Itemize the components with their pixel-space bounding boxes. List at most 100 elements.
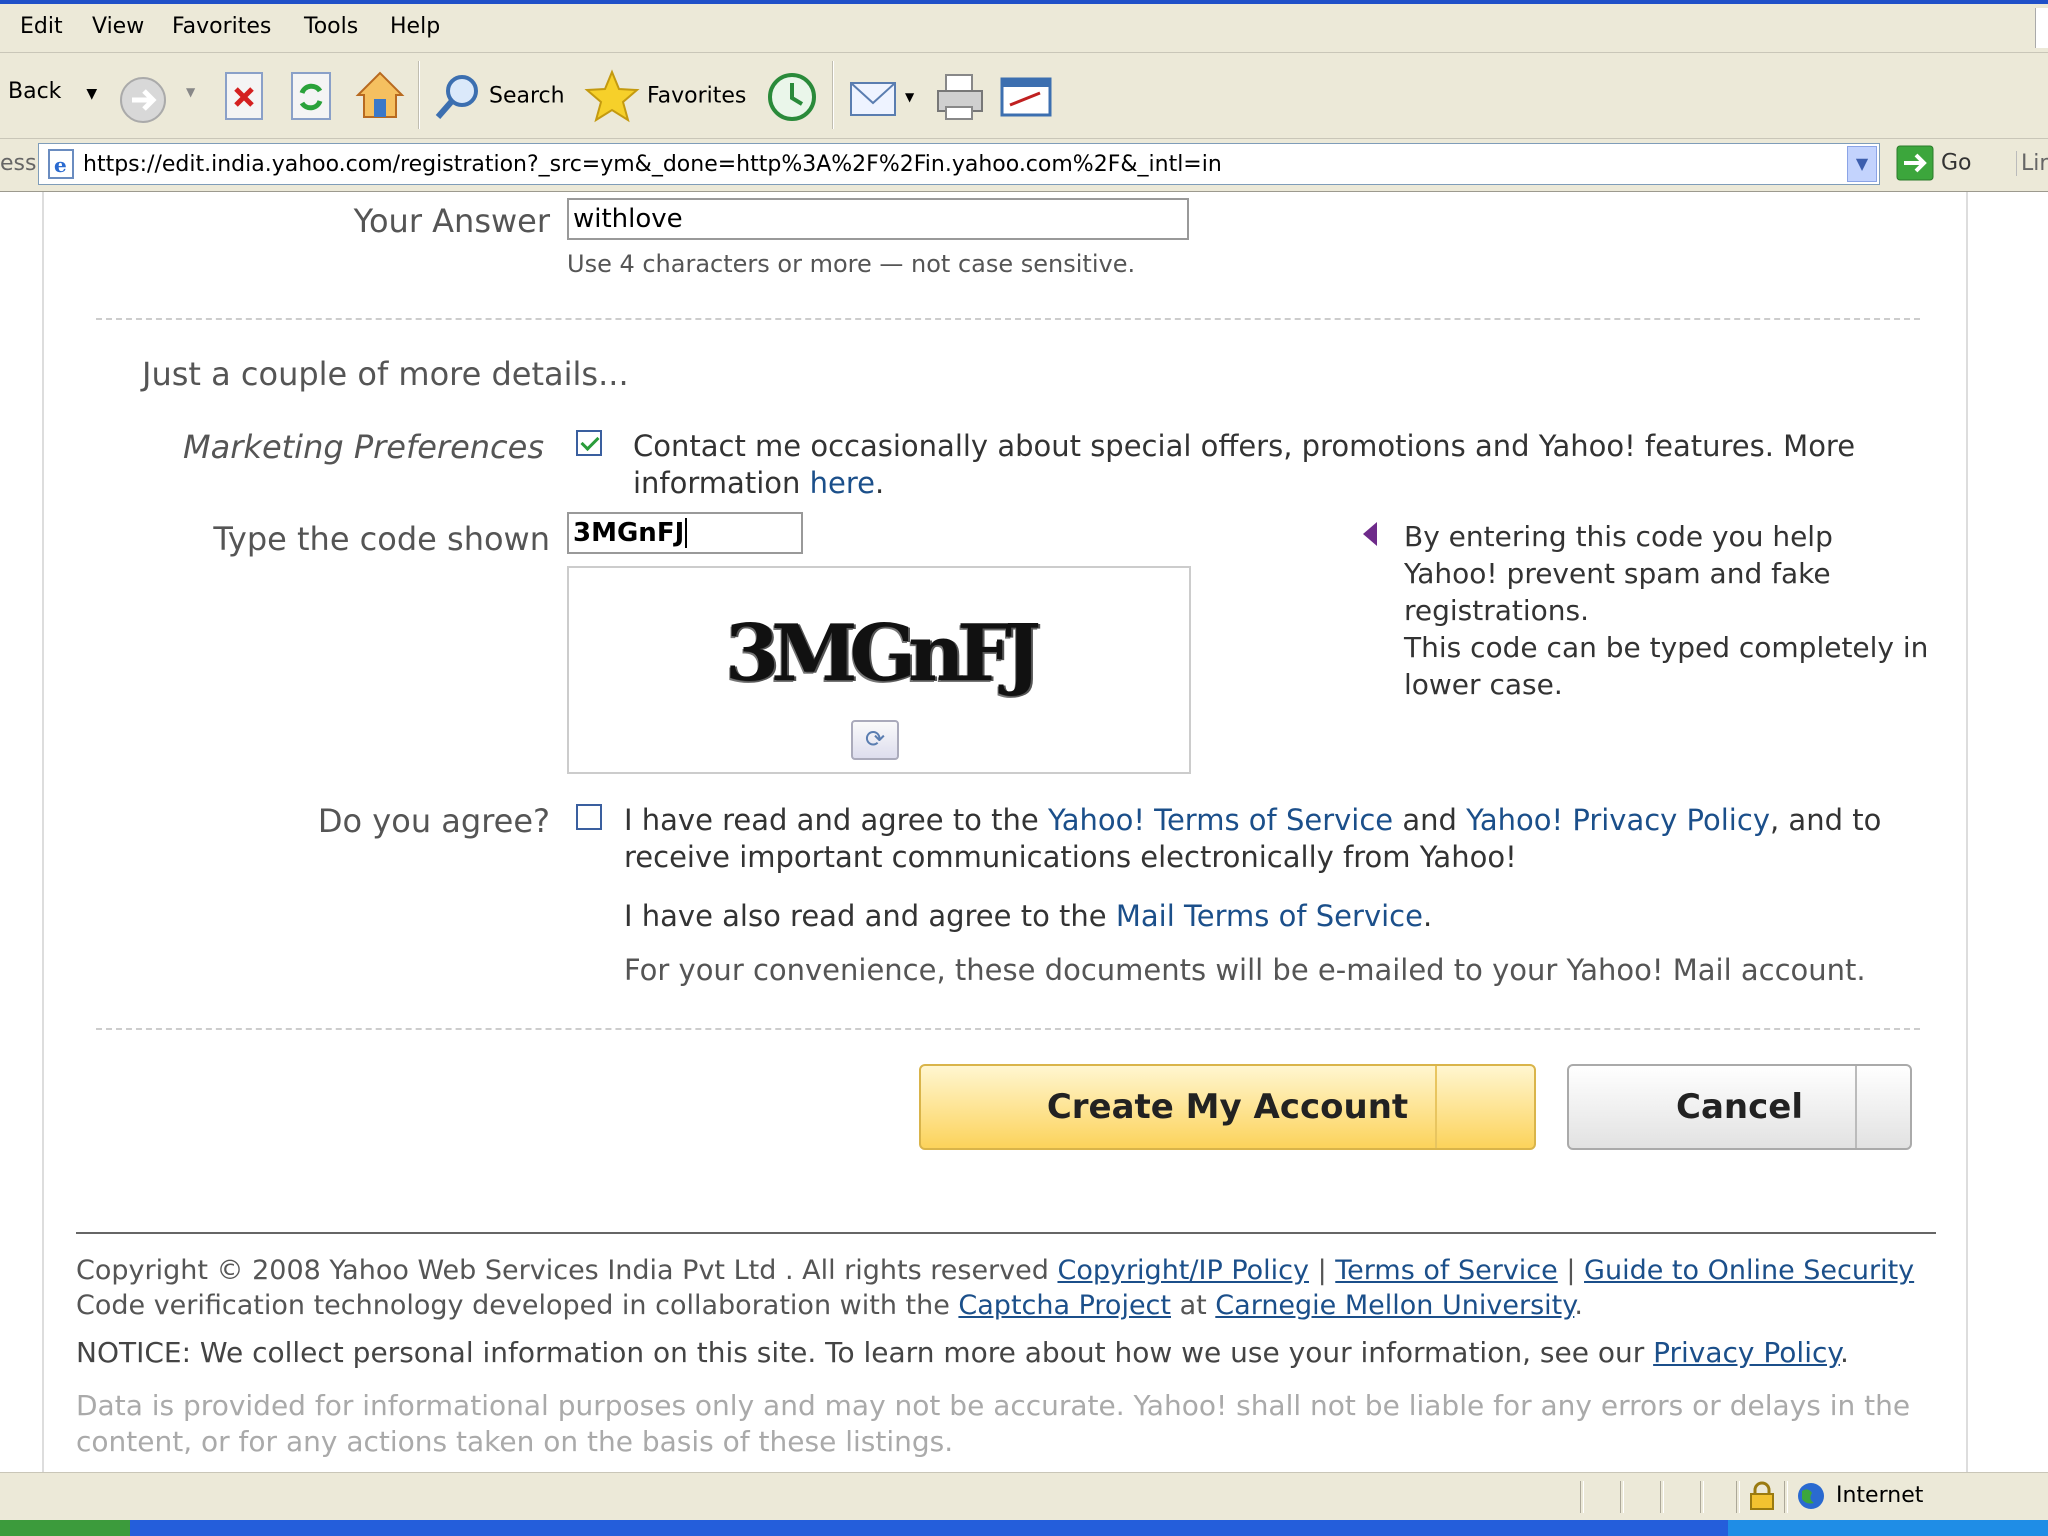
refresh-icon: ⟳ [864, 725, 886, 753]
zone-label: Internet [1836, 1483, 1924, 1508]
mail-dropdown-icon[interactable]: ▼ [905, 90, 914, 104]
copyright-text: Copyright © 2008 Yahoo Web Services Indi… [76, 1255, 1058, 1286]
history-button[interactable] [766, 71, 818, 129]
button-divider [1435, 1066, 1437, 1148]
status-separator [1736, 1481, 1740, 1513]
status-separator [1620, 1481, 1624, 1513]
button-divider [1855, 1066, 1857, 1148]
menu-tools[interactable]: Tools [304, 14, 358, 39]
tip-line-2: Yahoo! prevent spam and fake [1404, 557, 1831, 590]
answer-label: Your Answer [353, 202, 550, 240]
edit-page-icon [1000, 77, 1052, 117]
cancel-label: Cancel [1676, 1087, 1803, 1127]
notice-text-2: . [1839, 1336, 1849, 1369]
home-button[interactable] [354, 67, 406, 129]
agree-text-3: , and to [1769, 803, 1882, 837]
page-viewport: Your Answer withlove Use 4 characters or… [0, 192, 2048, 1472]
captcha-project-link[interactable]: Captcha Project [958, 1290, 1171, 1321]
captcha-box: 3MGnFJ ⟳ [567, 566, 1191, 774]
history-icon [768, 73, 816, 121]
mail-button[interactable]: ▼ [848, 73, 914, 121]
printer-icon [937, 74, 983, 120]
code-input[interactable]: 3MGnFJ [567, 512, 803, 554]
go-label: Go [1941, 150, 1972, 176]
stop-icon [225, 72, 263, 120]
code-label: Type the code shown [213, 520, 550, 558]
tip-line-4: This code can be typed completely in [1404, 631, 1929, 664]
home-icon [355, 71, 405, 118]
cmu-link[interactable]: Carnegie Mellon University [1215, 1290, 1574, 1321]
marketing-label: Marketing Preferences [183, 428, 544, 466]
answer-input[interactable]: withlove [567, 198, 1189, 240]
links-label[interactable]: Lin [2016, 151, 2048, 176]
menu-view[interactable]: View [92, 14, 144, 39]
menu-help[interactable]: Help [390, 14, 440, 39]
agree-text-2: and [1393, 803, 1467, 837]
footer-terms-link[interactable]: Terms of Service [1335, 1255, 1558, 1286]
mail-icon [850, 82, 896, 116]
tip-pointer-icon [1363, 522, 1377, 546]
go-button[interactable]: Go [1896, 145, 1972, 181]
start-button[interactable] [0, 1520, 130, 1536]
footer-sep-1: | [1309, 1255, 1336, 1286]
back-dropdown-icon[interactable]: ▼ [86, 86, 97, 102]
edit-button[interactable] [1000, 75, 1052, 125]
forward-button[interactable] [118, 75, 168, 131]
create-account-button[interactable]: Create My Account [919, 1064, 1536, 1150]
address-dropdown-icon[interactable]: ▼ [1847, 146, 1877, 182]
status-bar: Internet [0, 1472, 2048, 1521]
cancel-button[interactable]: Cancel [1567, 1064, 1912, 1150]
forward-dropdown-icon[interactable]: ▼ [186, 85, 195, 99]
section-title: Just a couple of more details... [142, 355, 629, 393]
yahoo-privacy-link[interactable]: Yahoo! Privacy Policy [1466, 803, 1770, 837]
create-account-label: Create My Account [1046, 1087, 1409, 1127]
address-bar: ess e https://edit.india.yahoo.com/regis… [0, 139, 2048, 192]
menu-bar: Edit View Favorites Tools Help [0, 4, 2048, 53]
stop-button[interactable] [222, 71, 266, 129]
notice-text-1: NOTICE: We collect personal information … [76, 1336, 1654, 1369]
toolbar-separator [832, 61, 834, 129]
footer-captcha-credit: Code verification technology developed i… [76, 1289, 1583, 1323]
svg-text:e: e [54, 153, 67, 177]
ie-page-icon: e [48, 149, 74, 179]
search-label: Search [489, 83, 565, 109]
address-field[interactable]: e https://edit.india.yahoo.com/registrat… [38, 143, 1880, 185]
captcha-refresh-button[interactable]: ⟳ [851, 720, 899, 760]
agree-text-4: receive important communications electro… [624, 840, 1517, 874]
menu-edit[interactable]: Edit [20, 14, 63, 39]
windows-logo-area [2035, 8, 2048, 48]
agree-checkbox[interactable] [576, 804, 602, 830]
favorites-button[interactable]: Favorites [584, 69, 746, 123]
captcha-tip: By entering this code you help Yahoo! pr… [1404, 518, 1944, 703]
menu-favorites[interactable]: Favorites [172, 14, 271, 39]
answer-hint: Use 4 characters or more — not case sens… [567, 250, 1136, 278]
print-button[interactable] [934, 71, 986, 129]
lock-icon [1750, 1481, 1774, 1510]
yahoo-terms-link[interactable]: Yahoo! Terms of Service [1048, 803, 1393, 837]
mail-text-2: . [1422, 899, 1433, 933]
copyright-ip-policy-link[interactable]: Copyright/IP Policy [1057, 1255, 1309, 1286]
refresh-button[interactable] [288, 71, 334, 129]
marketing-checkbox[interactable] [576, 430, 602, 456]
marketing-text: Contact me occasionally about special of… [633, 428, 1913, 502]
agree-text: I have read and agree to the Yahoo! Term… [624, 802, 1924, 876]
code-input-value: 3MGnFJ [573, 518, 685, 548]
footer-copyright: Copyright © 2008 Yahoo Web Services Indi… [76, 1254, 1914, 1288]
status-separator [1580, 1481, 1584, 1513]
credit-text-2: at [1171, 1290, 1216, 1321]
favorites-label: Favorites [647, 83, 747, 109]
privacy-policy-link[interactable]: Privacy Policy [1653, 1336, 1840, 1369]
taskbar [0, 1520, 2048, 1536]
tip-line-1: By entering this code you help [1404, 520, 1833, 553]
globe-icon [1798, 1483, 1824, 1509]
mail-terms-text: I have also read and agree to the Mail T… [624, 898, 1924, 935]
status-separator [1784, 1481, 1788, 1513]
page-right-margin [1966, 192, 2048, 1472]
mail-terms-link[interactable]: Mail Terms of Service [1116, 899, 1423, 933]
back-button[interactable]: Back ▼ [8, 79, 97, 104]
online-security-link[interactable]: Guide to Online Security [1584, 1255, 1914, 1286]
marketing-here-link[interactable]: here [810, 466, 875, 500]
mail-text-1: I have also read and agree to the [624, 899, 1116, 933]
agree-text-1: I have read and agree to the [624, 803, 1048, 837]
search-button[interactable]: Search [432, 71, 565, 121]
